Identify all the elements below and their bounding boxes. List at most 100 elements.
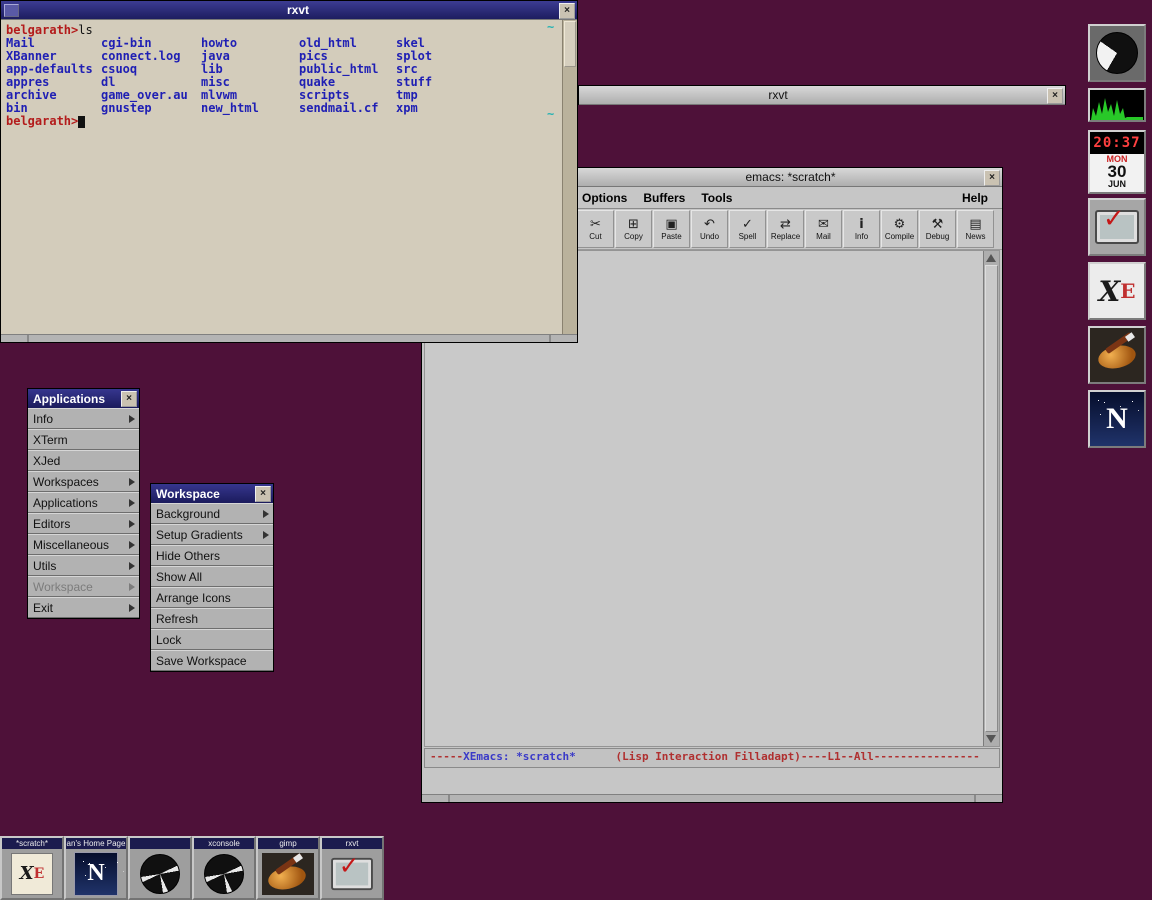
window-rxvt: rxvt × belgarath>ls Mail cgi-bin howto o… <box>0 0 578 343</box>
menu-item-editors[interactable]: Editors <box>28 513 139 534</box>
miniwindow-unnamed[interactable] <box>128 836 192 900</box>
replace-button[interactable]: ⇄ Replace <box>767 210 804 248</box>
file-entry: tmp <box>396 89 562 102</box>
cut-button[interactable]: ✂ Cut <box>577 210 614 248</box>
menu-item-xjed[interactable]: XJed <box>28 450 139 471</box>
netscape-n: N <box>87 860 104 887</box>
close-icon[interactable]: × <box>121 391 137 407</box>
compile-button[interactable]: ⚙ Compile <box>881 210 918 248</box>
rxvt-icon: ✓ <box>331 857 373 889</box>
menu-item-miscellaneous[interactable]: Miscellaneous <box>28 534 139 555</box>
info-button[interactable]: i Info <box>843 210 880 248</box>
menu-item-lock[interactable]: Lock <box>151 629 273 650</box>
dock-tile-clock[interactable]: 20:37 MON 30 JUN <box>1088 130 1146 194</box>
menu-item-info[interactable]: Info <box>28 408 139 429</box>
menu-item-exit[interactable]: Exit <box>28 597 139 618</box>
menu-item-setup-gradients[interactable]: Setup Gradients <box>151 524 273 545</box>
shell-prompt: belgarath> <box>6 114 78 128</box>
tilde-marker: ~ <box>547 108 554 121</box>
file-entry: xpm <box>396 102 562 115</box>
miniwindow-label: xconsole <box>194 838 254 849</box>
wmaker-logo-icon <box>1096 32 1138 74</box>
gimp-icon <box>262 853 314 895</box>
menu-help[interactable]: Help <box>962 191 988 205</box>
file-entry: stuff <box>396 76 562 89</box>
titlebar-rxvt-shaded[interactable]: rxvt × <box>579 86 1065 105</box>
menu-item-xterm[interactable]: XTerm <box>28 429 139 450</box>
terminal-resizebar[interactable] <box>1 334 577 342</box>
modeline-dashes: ----- <box>430 750 463 763</box>
menu-applications-title[interactable]: Applications × <box>28 389 139 408</box>
menu-item-hide-others[interactable]: Hide Others <box>151 545 273 566</box>
xemacs-icon: XE <box>11 853 53 895</box>
scroll-down-icon[interactable] <box>986 735 996 743</box>
file-entry: splot <box>396 50 562 63</box>
paste-button[interactable]: ▣ Paste <box>653 210 690 248</box>
calendar-day: 30 <box>1090 164 1144 179</box>
menu-item-workspaces[interactable]: Workspaces <box>28 471 139 492</box>
miniwindow-label: gimp <box>258 838 318 849</box>
miniwindow-rxvt[interactable]: rxvt ✓ <box>320 836 384 900</box>
dock-tile-load-monitor[interactable] <box>1088 88 1146 122</box>
menu-item-workspace[interactable]: Workspace <box>28 576 139 597</box>
dock-tile-gimp[interactable] <box>1088 326 1146 384</box>
netscape-icon: N <box>1106 402 1128 436</box>
menu-workspace-title[interactable]: Workspace × <box>151 484 273 503</box>
close-icon[interactable]: × <box>559 3 575 19</box>
menu-item-refresh[interactable]: Refresh <box>151 608 273 629</box>
menu-item-save-workspace[interactable]: Save Workspace <box>151 650 273 671</box>
close-icon[interactable]: × <box>255 486 271 502</box>
scrollbar-thumb[interactable] <box>985 265 998 732</box>
terminal-body[interactable]: belgarath>ls Mail cgi-bin howto old_html… <box>1 19 577 335</box>
menu-tools[interactable]: Tools <box>701 191 732 205</box>
clock-time: 20:37 <box>1090 132 1144 154</box>
window-menu-icon[interactable] <box>4 4 19 17</box>
scrollbar-thumb[interactable] <box>564 21 576 67</box>
terminal-line-prompt: belgarath> <box>6 115 562 128</box>
mail-button[interactable]: ✉ Mail <box>805 210 842 248</box>
miniwindow-netscape[interactable]: an's Home Page N <box>64 836 128 900</box>
submenu-arrow-icon <box>129 583 135 591</box>
file-entry: gnustep <box>101 102 201 115</box>
modeline-buffer-name: XEmacs: *scratch* <box>463 750 576 763</box>
miniwindow-xconsole[interactable]: xconsole <box>192 836 256 900</box>
scroll-up-icon[interactable] <box>986 254 996 262</box>
miniwindow-gimp[interactable]: gimp <box>256 836 320 900</box>
spell-button[interactable]: ✓ Spell <box>729 210 766 248</box>
undo-button[interactable]: ↶ Undo <box>691 210 728 248</box>
file-entry: csuoq <box>101 63 201 76</box>
window-title: rxvt <box>579 88 977 102</box>
pinwheel-icon <box>140 854 180 894</box>
dock-tile-rxvt[interactable]: ✓ <box>1088 198 1146 256</box>
paste-icon: ▣ <box>665 217 677 232</box>
menu-options[interactable]: Options <box>582 191 627 205</box>
copy-button[interactable]: ⊞ Copy <box>615 210 652 248</box>
news-button[interactable]: ▤ News <box>957 210 994 248</box>
shell-command: ls <box>78 23 92 37</box>
menu-item-background[interactable]: Background <box>151 503 273 524</box>
dock-tile-wmaker[interactable] <box>1088 24 1146 82</box>
menu-item-show-all[interactable]: Show All <box>151 566 273 587</box>
spell-icon: ✓ <box>742 217 753 232</box>
menu-item-utils[interactable]: Utils <box>28 555 139 576</box>
dock-tile-xemacs[interactable]: XE <box>1088 262 1146 320</box>
emacs-resizebar[interactable] <box>422 794 1002 802</box>
netscape-icon: N <box>74 852 118 896</box>
emacs-scrollbar[interactable] <box>983 251 999 746</box>
miniwindow-label <box>130 838 190 849</box>
undo-icon: ↶ <box>704 217 715 232</box>
compile-icon: ⚙ <box>894 217 906 232</box>
dock-tile-netscape[interactable]: N <box>1088 390 1146 448</box>
red-check-icon: ✓ <box>1103 206 1125 232</box>
titlebar-rxvt[interactable]: rxvt × <box>1 1 577 19</box>
miniwindow-xemacs-scratch[interactable]: *scratch* XE <box>0 836 64 900</box>
menu-item-arrange-icons[interactable]: Arrange Icons <box>151 587 273 608</box>
terminal-scrollbar[interactable] <box>562 20 577 335</box>
submenu-arrow-icon <box>129 562 135 570</box>
debug-button[interactable]: ⚒ Debug <box>919 210 956 248</box>
close-icon[interactable]: × <box>984 170 1000 186</box>
menu-buffers[interactable]: Buffers <box>643 191 685 205</box>
menu-title-label: Applications <box>33 392 105 406</box>
menu-item-applications[interactable]: Applications <box>28 492 139 513</box>
close-icon[interactable]: × <box>1047 88 1063 104</box>
